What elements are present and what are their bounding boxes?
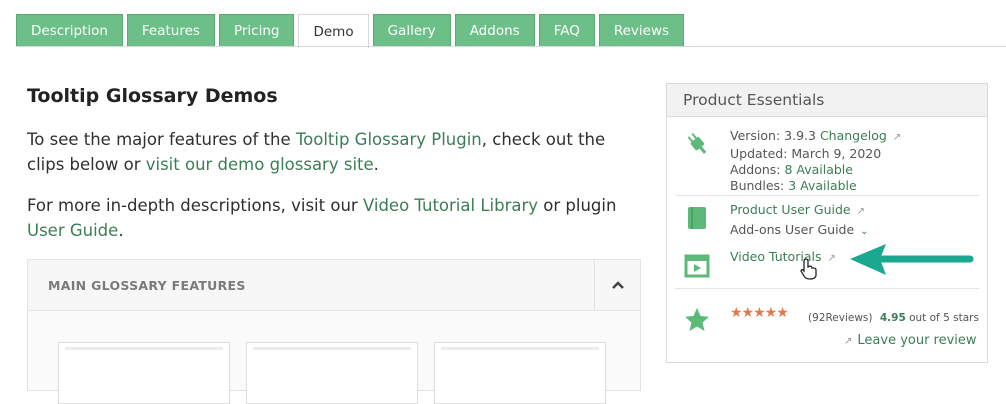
divider [675,288,979,289]
addons-user-guide-link[interactable]: Add-ons User Guide [730,222,854,237]
external-link-icon: ↗ [827,253,836,264]
rating-score: 4.95 [879,312,906,324]
product-user-guide-link[interactable]: Product User Guide [730,202,851,217]
addons-label: Addons: [730,162,785,177]
tab-description[interactable]: Description [16,14,123,47]
leave-review-row: ↗ Leave your review [844,333,977,348]
tab-addons[interactable]: Addons [454,14,535,47]
video-clapper-icon [684,254,710,278]
video-tutorial-library-link[interactable]: Video Tutorial Library [363,196,538,215]
tab-features[interactable]: Features [126,14,215,47]
accordion-toggle[interactable] [594,260,640,310]
annotation-arrow-icon [850,244,974,275]
more-info-text-3: . [118,221,124,240]
tab-pricing[interactable]: Pricing [218,14,295,47]
tooltip-glossary-plugin-link[interactable]: Tooltip Glossary Plugin [296,130,482,149]
leave-review-link[interactable]: Leave your review [857,333,976,348]
chevron-up-icon [611,281,624,289]
version-label: Version: 3.9.3 [730,128,820,143]
intro-paragraph: To see the major features of the Tooltip… [27,127,647,177]
user-guide-link[interactable]: User Guide [27,221,118,240]
tab-reviews[interactable]: Reviews [598,14,685,47]
more-info-text-2: or plugin [538,196,617,215]
more-info-text: For more in-depth descriptions, visit ou… [27,196,363,215]
tab-divider [16,46,1006,47]
updated-date: Updated: March 9, 2020 [730,146,882,161]
external-link-icon: ↗ [892,132,902,143]
accordion-header[interactable]: MAIN GLOSSARY FEATURES [28,260,640,311]
rating-summary: (92Reviews) 4.95 out of 5 stars [808,312,979,324]
divider [675,195,979,196]
page-title: Tooltip Glossary Demos [27,85,278,107]
product-tabs: Description Features Pricing Demo Galler… [16,14,685,48]
tab-faq[interactable]: FAQ [538,14,595,47]
version-info: Version: 3.9.3 Changelog ↗ Updated: March… [730,128,901,194]
bundles-label: Bundles: [730,178,789,193]
demo-glossary-site-link[interactable]: visit our demo glossary site [146,155,374,174]
guides: Product User Guide ↗ Add-ons User Guide ⌄ [730,202,869,240]
external-link-icon: ↗ [844,336,853,347]
intro-text-3: . [373,155,379,174]
video-thumbnail[interactable] [58,342,230,404]
reviews-count[interactable]: (92Reviews) [808,312,873,324]
book-icon [688,207,706,229]
video-thumbnail[interactable] [246,342,418,404]
tab-demo[interactable]: Demo [298,14,369,48]
video-tutorials-row: Video Tutorials ↗ [730,249,836,267]
product-essentials-panel: Product Essentials Version: 3.9.3 Change… [666,83,988,363]
more-info-paragraph: For more in-depth descriptions, visit ou… [27,193,647,243]
plug-icon [687,133,707,154]
hand-cursor-icon [800,258,817,280]
main-glossary-features-accordion: MAIN GLOSSARY FEATURES [27,259,641,404]
accordion-title: MAIN GLOSSARY FEATURES [48,277,246,293]
external-link-icon: ↗ [856,206,865,217]
chevron-down-icon[interactable]: ⌄ [860,226,868,237]
rating-stars: ★★★★★ [730,305,789,321]
panel-title: Product Essentials [667,84,987,117]
star-icon [685,308,709,331]
bundles-link[interactable]: 3 Available [788,178,857,193]
addons-link[interactable]: 8 Available [784,162,853,177]
changelog-link[interactable]: Changelog [820,128,887,143]
tab-gallery[interactable]: Gallery [372,14,451,47]
video-thumbnail[interactable] [434,342,606,404]
rating-scale: out of 5 stars [905,312,979,324]
intro-text: To see the major features of the [27,130,296,149]
